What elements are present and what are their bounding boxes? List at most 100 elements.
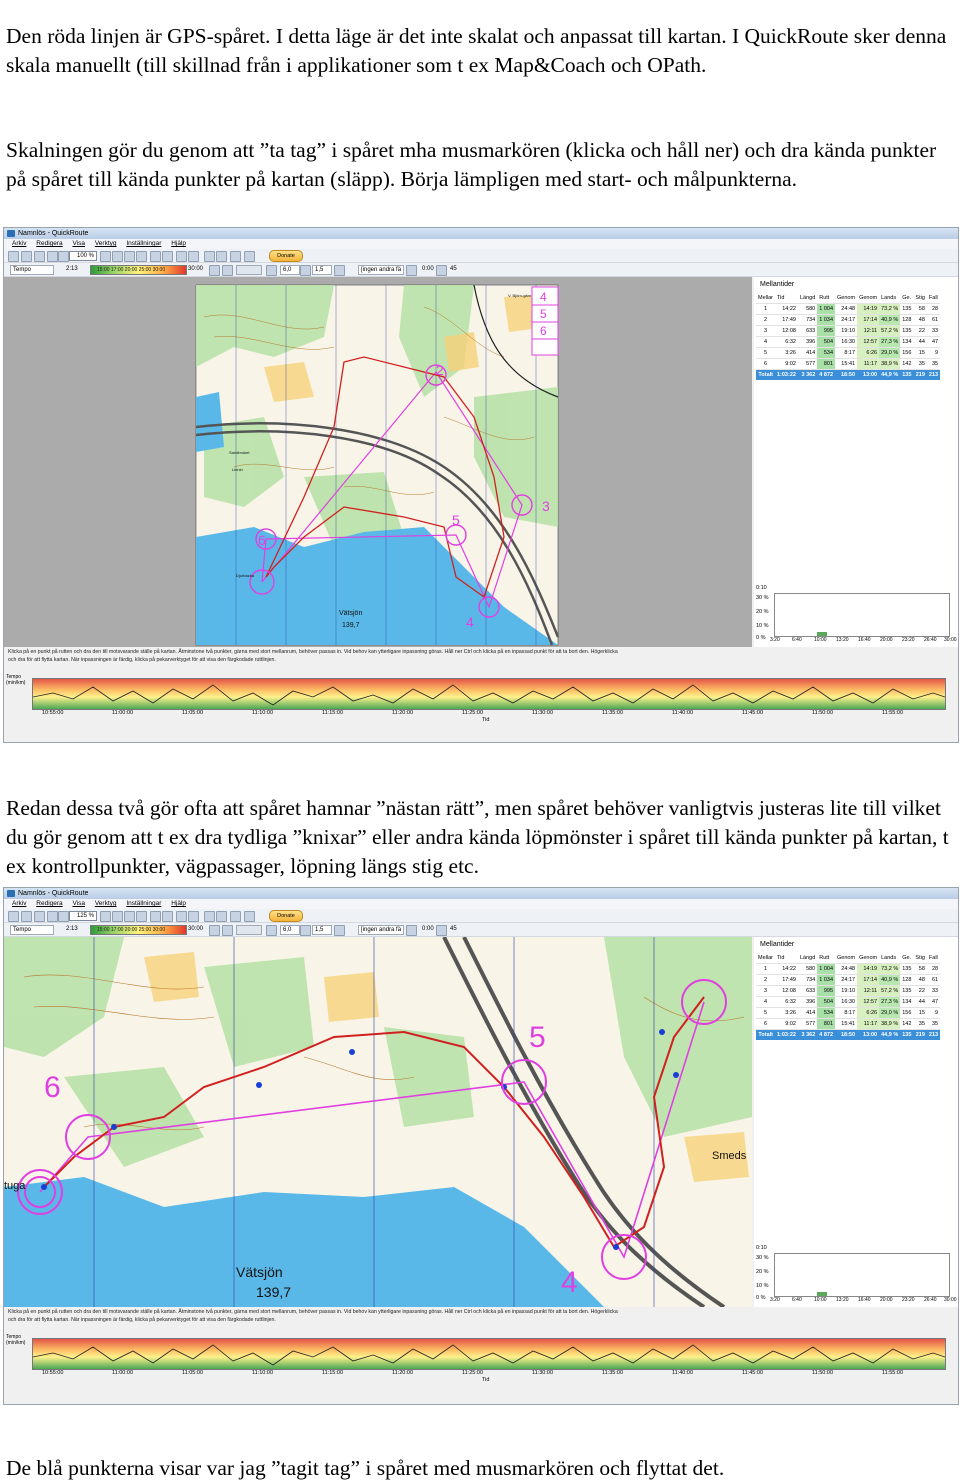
image-icon[interactable] bbox=[216, 911, 227, 922]
zoom-select[interactable]: 125 % bbox=[69, 911, 97, 921]
total-row[interactable]: Totalt 1:03:22 3 362 4 872 18:50 13:00 44,9 % 1… bbox=[756, 1029, 941, 1040]
save-icon[interactable] bbox=[34, 911, 45, 922]
color-range-bar[interactable]: 15:00 17:00 20:00 25:00 30:00 bbox=[90, 925, 187, 935]
pointer-tool-icon[interactable] bbox=[100, 251, 111, 262]
help-icon[interactable] bbox=[244, 251, 255, 262]
undo-icon[interactable] bbox=[47, 251, 58, 262]
kml-icon[interactable] bbox=[230, 911, 241, 922]
time-icon[interactable] bbox=[406, 925, 417, 936]
smoothing-icon[interactable] bbox=[222, 925, 233, 936]
pan-tool-icon[interactable] bbox=[112, 251, 123, 262]
color-mode-select[interactable]: Tempo bbox=[10, 265, 54, 275]
map-icon[interactable] bbox=[204, 251, 215, 262]
smoothing-icon[interactable] bbox=[222, 265, 233, 276]
color-icon[interactable] bbox=[209, 265, 220, 276]
image-icon[interactable] bbox=[216, 251, 227, 262]
color-range-bar[interactable]: 15:00 17:00 20:00 25:00 30:00 bbox=[90, 265, 187, 275]
time-icon[interactable] bbox=[406, 265, 417, 276]
table-row[interactable]: 4 6:32 396 504 16:30 12:57 27,3 % 134 44 47 bbox=[756, 336, 941, 348]
menu-installningar[interactable]: Inställningar bbox=[126, 900, 161, 907]
line-width-field[interactable]: 6,0 bbox=[280, 265, 300, 275]
adjust-route-icon[interactable] bbox=[150, 911, 161, 922]
export-icon[interactable] bbox=[188, 251, 199, 262]
menu-visa[interactable]: Visa bbox=[72, 240, 85, 247]
cell: 12:57 bbox=[857, 996, 880, 1008]
pan-tool-icon[interactable] bbox=[112, 911, 123, 922]
new-icon[interactable] bbox=[8, 911, 19, 922]
undo-icon[interactable] bbox=[47, 911, 58, 922]
menu-hjalp[interactable]: Hjälp bbox=[171, 900, 186, 907]
table-row[interactable]: 5 3:26 414 534 8:17 6:26 29,0 % 156 15 9 bbox=[756, 1007, 941, 1019]
lap-tool-icon[interactable] bbox=[162, 911, 173, 922]
cut-icon[interactable] bbox=[176, 911, 187, 922]
table-row[interactable]: 2 17:49 734 1 034 24:17 17:14 40,9 % 128 48 61 bbox=[756, 974, 941, 986]
graph-plot[interactable] bbox=[32, 1338, 946, 1370]
zoom-select[interactable]: 100 % bbox=[69, 251, 97, 261]
map-pane[interactable]: 2 3 4 5 6 4 5 6 Vätsjön 139,7 Sandbruket… bbox=[4, 277, 752, 647]
total-row[interactable]: Totalt 1:03:22 3 362 4 872 18:50 13:00 44,9 % 1… bbox=[756, 369, 941, 380]
zoom-in-icon[interactable] bbox=[124, 251, 135, 262]
help-icon[interactable] bbox=[244, 911, 255, 922]
color-mode-select[interactable]: Tempo bbox=[10, 925, 54, 935]
menu-redigera[interactable]: Redigera bbox=[36, 240, 62, 247]
menu-arkiv[interactable]: Arkiv bbox=[12, 240, 26, 247]
angle-icon[interactable] bbox=[436, 925, 447, 936]
save-icon[interactable] bbox=[34, 251, 45, 262]
angle-icon[interactable] bbox=[436, 265, 447, 276]
orienteering-map[interactable]: 2 3 4 5 6 4 5 6 Vätsjön 139,7 Sandbruket… bbox=[4, 277, 752, 647]
line-width-icon[interactable] bbox=[266, 265, 277, 276]
line-width-field[interactable]: 6,0 bbox=[280, 925, 300, 935]
zoom-out-icon[interactable] bbox=[136, 911, 147, 922]
line-width-icon[interactable] bbox=[266, 925, 277, 936]
menu-arkiv[interactable]: Arkiv bbox=[12, 900, 26, 907]
map-pane[interactable]: 4 5 6 Vätsjön 139,7 Smeds tuga bbox=[4, 936, 752, 1309]
border-width-field[interactable]: 1,5 bbox=[312, 265, 332, 275]
lap-color-icon[interactable] bbox=[334, 925, 345, 936]
menu-redigera[interactable]: Redigera bbox=[36, 900, 62, 907]
menu-verktyg[interactable]: Verktyg bbox=[95, 240, 117, 247]
new-icon[interactable] bbox=[8, 251, 19, 262]
lap-color-icon[interactable] bbox=[334, 265, 345, 276]
map-icon[interactable] bbox=[204, 911, 215, 922]
menu-installningar[interactable]: Inställningar bbox=[126, 240, 161, 247]
menu-verktyg[interactable]: Verktyg bbox=[95, 900, 117, 907]
border-width-icon[interactable] bbox=[300, 265, 311, 276]
graph-plot[interactable] bbox=[32, 678, 946, 710]
export-icon[interactable] bbox=[188, 911, 199, 922]
open-icon[interactable] bbox=[21, 911, 32, 922]
zoom-out-icon[interactable] bbox=[136, 251, 147, 262]
donate-button[interactable]: Donate bbox=[269, 910, 303, 922]
kml-icon[interactable] bbox=[230, 251, 241, 262]
table-row[interactable]: 1 14:22 580 1 004 24:48 14:19 73,2 % 135 58 28 bbox=[756, 963, 941, 975]
table-row[interactable]: 6 9:02 577 801 15:41 11:17 38,9 % 142 35 35 bbox=[756, 358, 941, 370]
cell: 1 004 bbox=[817, 963, 836, 975]
pointer-tool-icon[interactable] bbox=[100, 911, 111, 922]
smoothing-slider[interactable] bbox=[236, 925, 262, 935]
lap-select[interactable]: [ingen andra fä bbox=[358, 265, 404, 275]
table-row[interactable]: 5 3:26 414 534 8:17 6:26 29,0 % 156 15 9 bbox=[756, 347, 941, 359]
table-row[interactable]: 1 14:22 580 1 004 24:48 14:19 73,2 % 135 58 28 bbox=[756, 303, 941, 315]
smoothing-slider[interactable] bbox=[236, 265, 262, 275]
cut-icon[interactable] bbox=[176, 251, 187, 262]
redo-icon[interactable] bbox=[58, 911, 69, 922]
adjust-route-icon[interactable] bbox=[150, 251, 161, 262]
menu-visa[interactable]: Visa bbox=[72, 900, 85, 907]
pace-graph[interactable]: Tempo (min/km) 10:55:00 11:00:00 11:05:0… bbox=[4, 1328, 958, 1402]
donate-button[interactable]: Donate bbox=[269, 250, 303, 262]
table-row[interactable]: 6 9:02 577 801 15:41 11:17 38,9 % 142 35 35 bbox=[756, 1018, 941, 1030]
pace-graph[interactable]: Tempo (min/km) 10:55:00 11:00:00 11:05:0… bbox=[4, 668, 958, 742]
border-width-icon[interactable] bbox=[300, 925, 311, 936]
table-row[interactable]: 2 17:49 734 1 034 24:17 17:14 40,9 % 128 48 61 bbox=[756, 314, 941, 326]
table-row[interactable]: 4 6:32 396 504 16:30 12:57 27,3 % 134 44 47 bbox=[756, 996, 941, 1008]
redo-icon[interactable] bbox=[58, 251, 69, 262]
orienteering-map-zoomed[interactable]: 4 5 6 Vätsjön 139,7 Smeds tuga bbox=[4, 936, 752, 1309]
lap-select[interactable]: [ingen andra fä bbox=[358, 925, 404, 935]
lap-tool-icon[interactable] bbox=[162, 251, 173, 262]
menu-hjalp[interactable]: Hjälp bbox=[171, 240, 186, 247]
open-icon[interactable] bbox=[21, 251, 32, 262]
border-width-field[interactable]: 1,5 bbox=[312, 925, 332, 935]
color-icon[interactable] bbox=[209, 925, 220, 936]
table-row[interactable]: 3 12:08 633 995 19:10 12:11 57,2 % 135 22 33 bbox=[756, 985, 941, 997]
zoom-in-icon[interactable] bbox=[124, 911, 135, 922]
table-row[interactable]: 3 12:08 633 995 19:10 12:11 57,2 % 135 22 33 bbox=[756, 325, 941, 337]
